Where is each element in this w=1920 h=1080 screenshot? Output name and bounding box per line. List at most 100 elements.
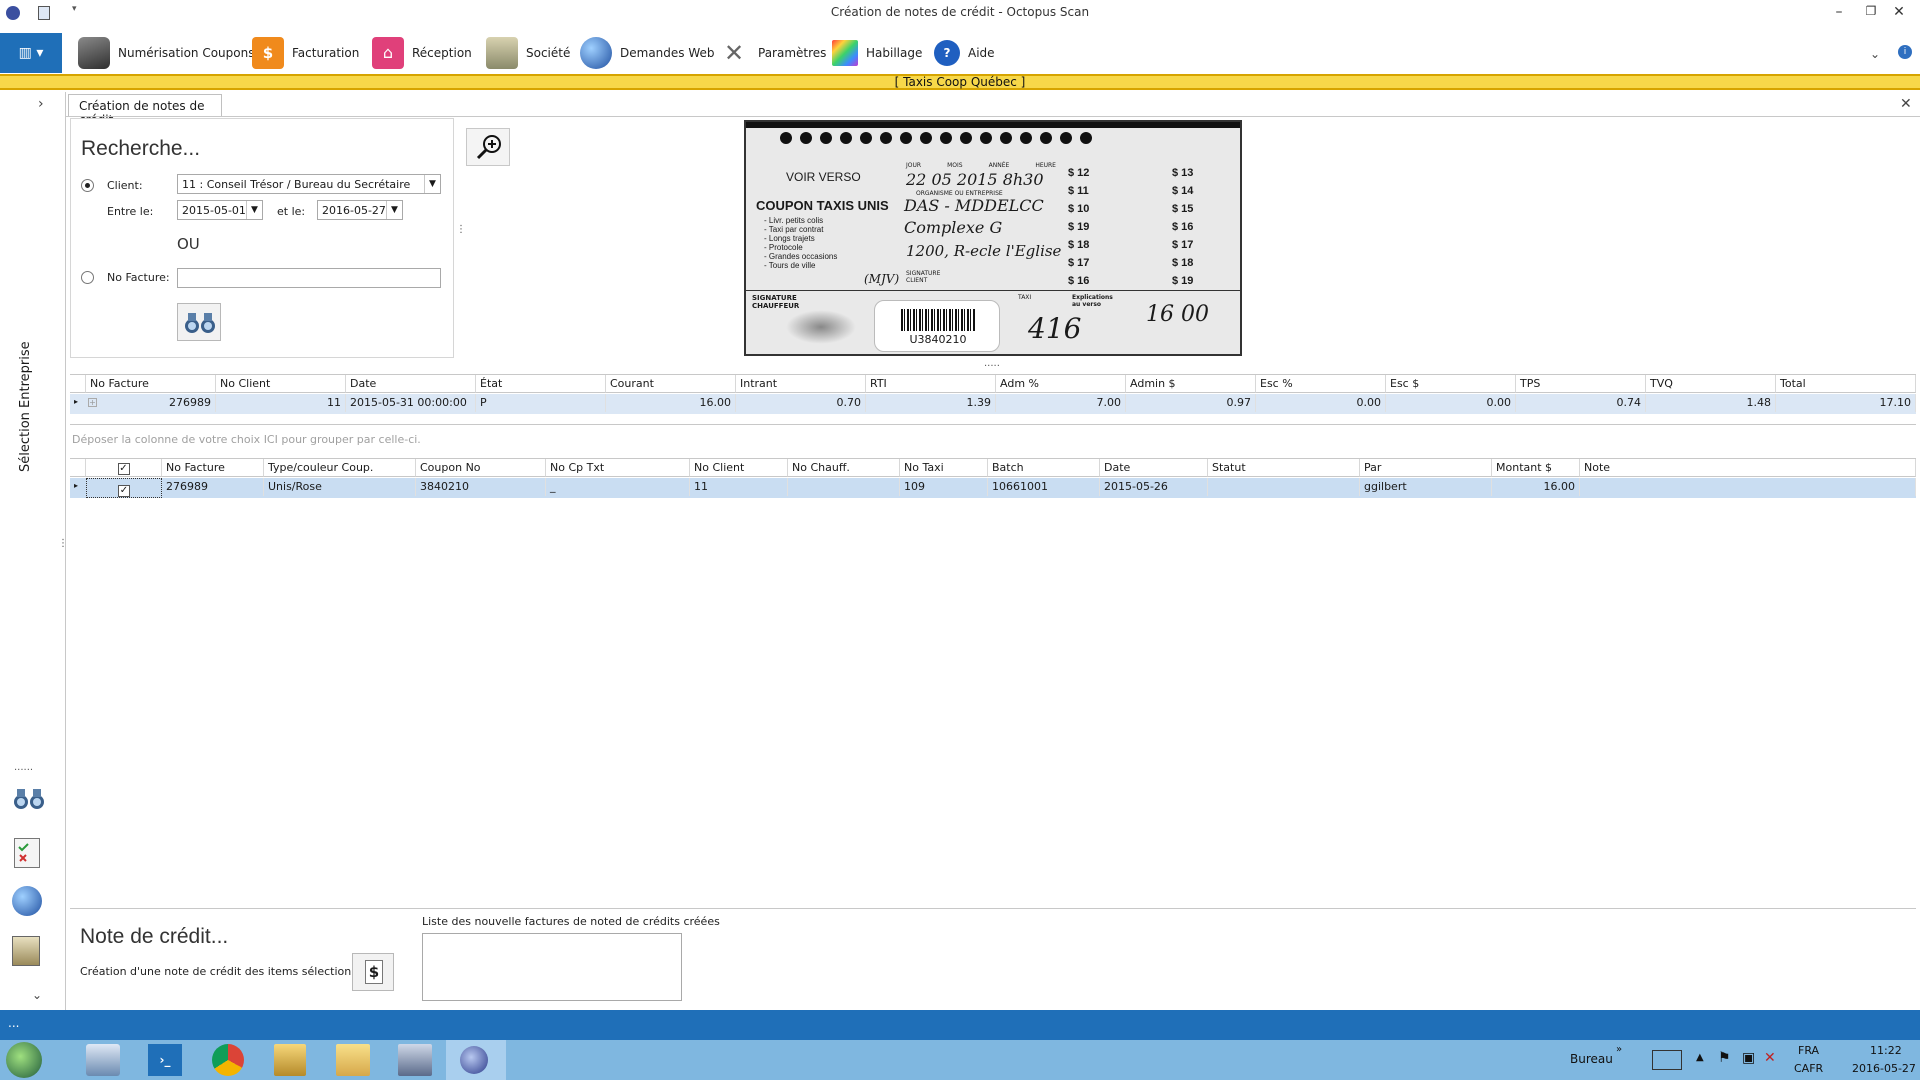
ribbon-reception[interactable]: ⌂ Réception	[372, 35, 472, 71]
minimize-button[interactable]: –	[1824, 4, 1854, 22]
table-row[interactable]: ▸ ✓ 276989 Unis/Rose 3840210 _ 11 109 10…	[70, 478, 1916, 498]
report-icon[interactable]	[12, 936, 40, 966]
coupon-amounts-right: $ 13 $ 14 $ 15 $ 16 $ 17 $ 18 $ 19	[1172, 164, 1232, 290]
column-header[interactable]: No Chauff.	[788, 459, 900, 477]
chevron-down-icon[interactable]: ▼	[424, 175, 440, 193]
column-header[interactable]: Esc $	[1386, 375, 1516, 393]
volume-muted-icon[interactable]: ✕	[1764, 1050, 1776, 1066]
column-header[interactable]: Montant $	[1492, 459, 1580, 477]
select-all-checkbox-header[interactable]: ✓	[86, 459, 162, 477]
zoom-button[interactable]	[466, 128, 510, 166]
column-header[interactable]: Batch	[988, 459, 1100, 477]
chevron-down-icon[interactable]: ▼	[386, 201, 402, 219]
restore-button[interactable]: ❐	[1856, 4, 1886, 22]
column-header[interactable]: No Taxi	[900, 459, 988, 477]
keyboard-icon[interactable]	[1652, 1050, 1682, 1070]
flag-icon[interactable]: ⚑	[1718, 1050, 1731, 1066]
column-header[interactable]: TPS	[1516, 375, 1646, 393]
network-icon[interactable]	[398, 1044, 432, 1076]
column-header[interactable]: Coupon No	[416, 459, 546, 477]
admin-tools-icon[interactable]	[274, 1044, 306, 1076]
column-header[interactable]: Total	[1776, 375, 1916, 393]
start-button-icon[interactable]	[6, 1042, 42, 1078]
ribbon-habillage[interactable]: Habillage	[832, 35, 922, 71]
binoculars-icon[interactable]	[12, 786, 46, 812]
ribbon-numerisation-coupons[interactable]: Numérisation Coupons	[78, 35, 254, 71]
coupon-amount-handwritten: 16 00	[1146, 302, 1209, 327]
application-menu-button[interactable]: ▥ ▾	[0, 33, 62, 73]
create-credit-note-button[interactable]: $	[352, 953, 394, 991]
row-expander-icon[interactable]: ▸	[74, 481, 78, 490]
chevron-down-icon[interactable]: ▼	[246, 201, 262, 219]
column-header[interactable]: Intrant	[736, 375, 866, 393]
column-header[interactable]: TVQ	[1646, 375, 1776, 393]
tab-creation-notes-credit[interactable]: Création de notes de crédit	[68, 94, 222, 127]
invoice-radio[interactable]	[81, 271, 94, 284]
scroll-down-chevron-icon[interactable]: ⌄	[32, 988, 42, 1002]
close-window-button[interactable]: ✕	[1884, 4, 1914, 22]
client-select[interactable]: 11 : Conseil Trésor / Bureau du Secrétai…	[177, 174, 441, 194]
ribbon-parametres[interactable]: ✕ Paramètres	[718, 35, 826, 71]
file-explorer-icon[interactable]	[336, 1044, 370, 1076]
coupon-barcode-box: U3840210	[874, 300, 1000, 352]
desktop-toolbar-label[interactable]: Bureau	[1570, 1052, 1613, 1066]
client-radio[interactable]	[81, 179, 94, 192]
group-by-hint[interactable]: Déposer la colonne de votre choix ICI po…	[72, 433, 421, 446]
invoice-number-input[interactable]	[177, 268, 441, 288]
column-header[interactable]: RTI	[866, 375, 996, 393]
checklist-icon[interactable]	[14, 838, 40, 868]
horizontal-splitter-icon[interactable]: .....	[984, 358, 1000, 369]
column-header[interactable]: État	[476, 375, 606, 393]
created-invoices-list[interactable]	[422, 933, 682, 1001]
ribbon-demandes-web[interactable]: Demandes Web	[580, 35, 715, 71]
ribbon-aide[interactable]: ? Aide	[934, 35, 995, 71]
column-header[interactable]: No Facture	[86, 375, 216, 393]
toolbar-expand-icon[interactable]: »	[1616, 1044, 1622, 1055]
column-header[interactable]: Admin $	[1126, 375, 1256, 393]
date-to-picker[interactable]: 2016-05-27 ▼	[317, 200, 403, 220]
column-header[interactable]: Courant	[606, 375, 736, 393]
ribbon-collapse-chevron-icon[interactable]: ⌄	[1870, 47, 1880, 61]
column-header[interactable]: No Facture	[162, 459, 264, 477]
row-select-cell[interactable]: ✓	[86, 478, 162, 498]
column-header[interactable]: Date	[1100, 459, 1208, 477]
table-row[interactable]: ▸ + 276989 11 2015-05-31 00:00:00 P 16.0…	[70, 394, 1916, 414]
column-header[interactable]: Par	[1360, 459, 1492, 477]
column-header[interactable]: Note	[1580, 459, 1916, 477]
column-header[interactable]: Adm %	[996, 375, 1126, 393]
date-from-picker[interactable]: 2015-05-01 ▼	[177, 200, 263, 220]
clock-time[interactable]: 11:22	[1870, 1044, 1902, 1057]
coupon-org-handwritten: DAS - MDDELCC	[904, 196, 1044, 215]
sidebar-vertical-label[interactable]: Sélection Entreprise	[18, 341, 33, 472]
column-header[interactable]: No Cp Txt	[546, 459, 690, 477]
keyboard-layout-code[interactable]: CAFR	[1794, 1062, 1823, 1075]
search-button[interactable]	[177, 303, 221, 341]
checkbox-checked-icon[interactable]: ✓	[117, 463, 130, 475]
network-status-icon[interactable]: ▣	[1742, 1050, 1755, 1066]
row-expander-icon[interactable]: ▸	[74, 397, 78, 406]
tray-expand-icon[interactable]: ▲	[1696, 1052, 1704, 1063]
close-tab-button[interactable]: ✕	[1900, 96, 1912, 112]
column-header[interactable]: Date	[346, 375, 476, 393]
globe-icon[interactable]	[12, 886, 42, 916]
coupon-scan-image[interactable]: VOIR VERSO COUPON TAXIS UNIS - Livr. pet…	[744, 120, 1242, 356]
client-label: Client:	[107, 179, 143, 192]
column-header[interactable]: Esc %	[1256, 375, 1386, 393]
column-header[interactable]: Statut	[1208, 459, 1360, 477]
powershell-icon[interactable]: ›_	[148, 1044, 182, 1076]
info-icon[interactable]: i	[1898, 45, 1912, 59]
chrome-icon[interactable]	[212, 1044, 244, 1076]
panel-splitter-icon[interactable]: ⋮	[58, 539, 68, 549]
ribbon-societe[interactable]: Société	[486, 35, 570, 71]
ribbon-facturation[interactable]: $ Facturation	[252, 35, 359, 71]
status-bar: ...	[0, 1010, 1920, 1040]
language-code[interactable]: FRA	[1798, 1044, 1819, 1057]
column-header[interactable]: No Client	[216, 375, 346, 393]
expand-panel-chevron-icon[interactable]: ›	[38, 96, 44, 112]
file-cabinet-icon[interactable]	[86, 1044, 120, 1076]
column-header[interactable]: No Client	[690, 459, 788, 477]
clock-date[interactable]: 2016-05-27	[1852, 1062, 1916, 1075]
column-header[interactable]: Type/couleur Coup.	[264, 459, 416, 477]
checkbox-checked-icon[interactable]: ✓	[118, 485, 130, 497]
octopus-scan-taskbar-button[interactable]	[446, 1040, 506, 1080]
